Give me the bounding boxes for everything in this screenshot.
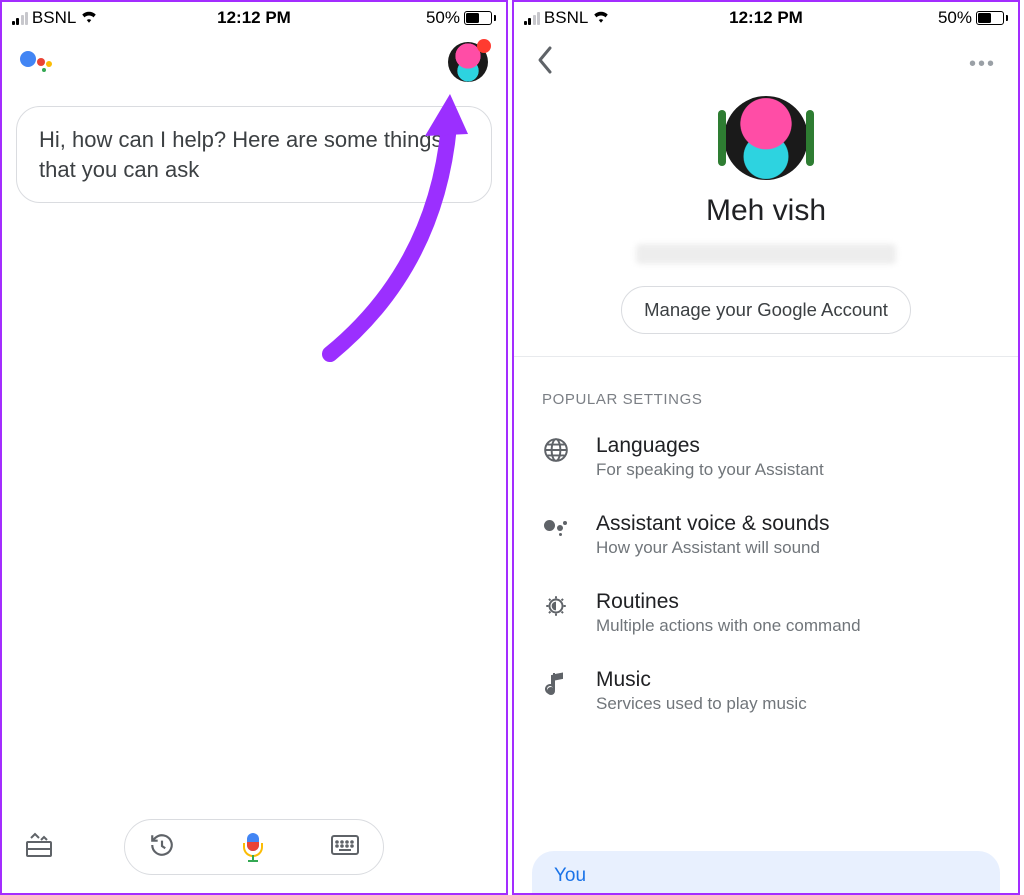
microphone-button[interactable]	[243, 833, 263, 861]
setting-title: Music	[596, 668, 807, 692]
assistant-settings-screen: BSNL 12:12 PM 50% ••• Meh vish Manage yo…	[512, 0, 1020, 895]
manage-account-button[interactable]: Manage your Google Account	[621, 286, 911, 334]
setting-routines[interactable]: Routines Multiple actions with one comma…	[514, 574, 1018, 652]
battery-icon	[464, 11, 496, 25]
assistant-header	[2, 32, 506, 92]
overflow-menu-button[interactable]: •••	[969, 53, 996, 76]
profile-avatar[interactable]	[724, 96, 808, 180]
globe-icon	[542, 436, 570, 464]
setting-title: Assistant voice & sounds	[596, 512, 829, 536]
profile-email-redacted	[636, 244, 896, 264]
setting-title: Routines	[596, 590, 861, 614]
setting-voice-sounds[interactable]: Assistant voice & sounds How your Assist…	[514, 496, 1018, 574]
battery-icon	[976, 11, 1008, 25]
back-button[interactable]	[536, 45, 554, 83]
you-section-pill[interactable]: You	[532, 851, 1000, 893]
music-note-icon	[542, 670, 570, 698]
setting-subtitle: How your Assistant will sound	[596, 538, 829, 558]
history-icon[interactable]	[149, 832, 175, 863]
status-bar: BSNL 12:12 PM 50%	[2, 2, 506, 32]
setting-subtitle: For speaking to your Assistant	[596, 460, 824, 480]
setting-subtitle: Services used to play music	[596, 694, 807, 714]
setting-subtitle: Multiple actions with one command	[596, 616, 861, 636]
routines-icon	[542, 592, 570, 620]
assistant-home-screen: BSNL 12:12 PM 50% Hi, how can I help? He…	[0, 0, 508, 895]
clock-label: 12:12 PM	[2, 8, 506, 28]
status-bar: BSNL 12:12 PM 50%	[514, 2, 1018, 32]
profile-name: Meh vish	[514, 194, 1018, 228]
clock-label: 12:12 PM	[514, 8, 1018, 28]
setting-title: Languages	[596, 434, 824, 458]
input-pill	[124, 819, 384, 875]
you-label: You	[554, 865, 586, 886]
assistant-input-bar	[2, 819, 506, 875]
assistant-greeting-bubble: Hi, how can I help? Here are some things…	[16, 106, 492, 203]
keyboard-icon[interactable]	[331, 835, 359, 860]
discover-icon[interactable]	[24, 832, 54, 863]
settings-nav-bar: •••	[514, 32, 1018, 96]
assistant-dots-icon	[542, 514, 570, 542]
setting-languages[interactable]: Languages For speaking to your Assistant	[514, 418, 1018, 496]
popular-settings-heading: POPULAR SETTINGS	[514, 357, 1018, 418]
setting-music[interactable]: Music Services used to play music	[514, 652, 1018, 730]
google-assistant-logo-icon	[20, 45, 54, 79]
profile-section: Meh vish Manage your Google Account	[514, 96, 1018, 357]
notification-badge-icon	[477, 39, 491, 53]
profile-avatar-button[interactable]	[448, 42, 488, 82]
